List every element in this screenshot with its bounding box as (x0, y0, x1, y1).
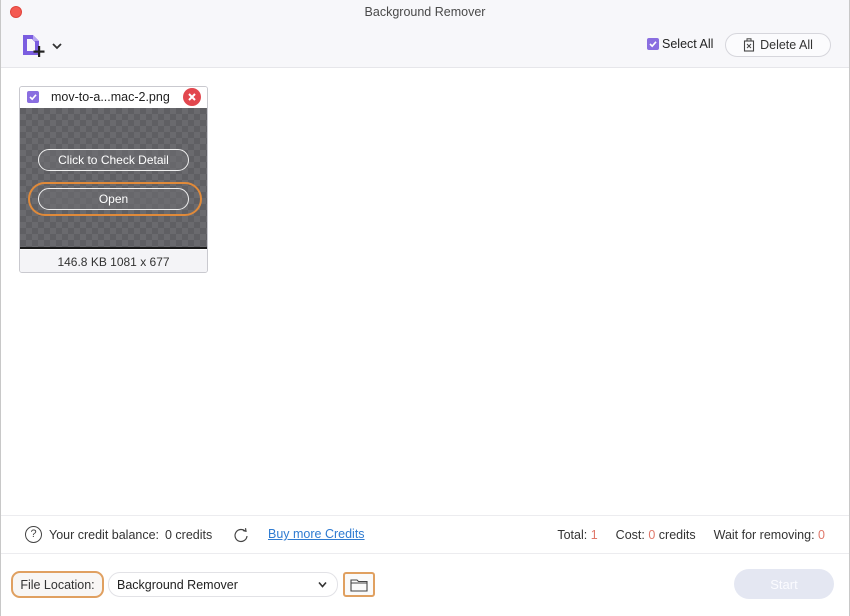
file-card-header: mov-to-a...mac-2.png (20, 87, 207, 108)
file-location-label: File Location: (11, 571, 104, 598)
buy-more-credits-link[interactable]: Buy more Credits (268, 527, 365, 541)
delete-all-label: Delete All (760, 38, 813, 52)
file-card: mov-to-a...mac-2.png Click to Check Deta… (19, 86, 208, 273)
wait-stat: Wait for removing: 0 (713, 528, 825, 542)
checkbox-checked-icon (647, 38, 659, 50)
file-location-value: Background Remover (117, 577, 238, 592)
file-info: 146.8 KB 1081 x 677 (20, 250, 207, 272)
total-stat: Total: 1 (557, 528, 598, 542)
folder-icon (350, 578, 368, 592)
file-thumbnail[interactable]: Click to Check Detail Open (20, 108, 207, 249)
file-location-select[interactable]: Background Remover (108, 572, 338, 597)
cost-value: 0 (648, 528, 656, 542)
trash-icon (744, 38, 755, 52)
bottom-bar: File Location: Background Remover Start (1, 555, 849, 616)
select-all-label: Select All (662, 37, 714, 51)
add-file-dropdown-chevron-icon[interactable] (51, 38, 63, 50)
open-button[interactable]: Open (38, 188, 189, 210)
file-name: mov-to-a...mac-2.png (51, 90, 170, 104)
credit-balance-value: 0 credits (165, 528, 213, 542)
cost-stat: Cost: 0 credits (615, 528, 696, 542)
title-bar: Background Remover Select All Delete All (1, 0, 849, 68)
delete-all-button[interactable]: Delete All (725, 33, 831, 57)
help-icon[interactable]: ? (25, 526, 42, 543)
wait-value: 0 (818, 528, 825, 542)
open-folder-button[interactable] (343, 572, 375, 597)
credit-bar: ? Your credit balance: 0 credits Buy mor… (1, 515, 849, 554)
chevron-down-icon (318, 581, 327, 588)
check-detail-button[interactable]: Click to Check Detail (38, 149, 189, 171)
refresh-icon[interactable] (233, 527, 249, 543)
removal-stats: Total: 1 Cost: 0 credits Wait for removi… (557, 528, 825, 542)
close-icon (188, 93, 196, 101)
total-value: 1 (590, 528, 598, 542)
add-file-button[interactable] (21, 33, 51, 59)
file-select-checkbox[interactable] (27, 91, 39, 103)
credit-balance-label: Your credit balance: (49, 528, 160, 542)
start-button[interactable]: Start (734, 569, 834, 599)
select-all-checkbox[interactable]: Select All (647, 37, 713, 51)
window-title: Background Remover (364, 5, 486, 19)
remove-file-button[interactable] (183, 88, 201, 106)
add-file-icon (23, 35, 45, 57)
app-window: Background Remover Select All Delete All… (0, 0, 850, 616)
